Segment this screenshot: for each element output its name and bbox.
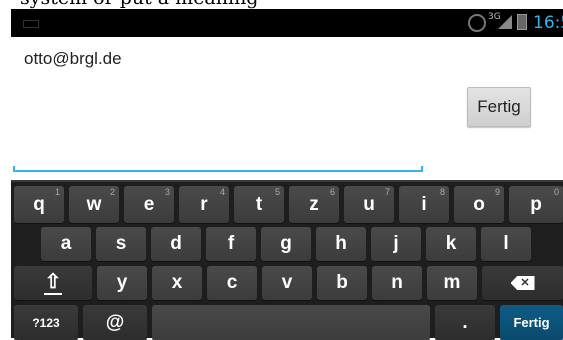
key-r[interactable]: r4 [179, 186, 229, 223]
app-content: otto@brgl.de Fertig [11, 37, 563, 180]
symbols-key[interactable]: ?123 [14, 305, 78, 340]
key-p-label: p [530, 193, 542, 215]
key-a[interactable]: a [41, 227, 91, 261]
key-u-label: u [363, 193, 375, 215]
key-o[interactable]: o9 [454, 186, 504, 223]
shift-key[interactable]: ⇧ [14, 266, 92, 300]
key-r-hint: 4 [219, 187, 225, 197]
key-y[interactable]: y [97, 266, 147, 300]
document-caption-fragment: system or put a meaning [0, 0, 563, 9]
key-z[interactable]: z6 [289, 186, 339, 223]
key-v[interactable]: v [262, 266, 312, 300]
key-t-hint: 5 [274, 187, 280, 197]
key-w[interactable]: w2 [69, 186, 119, 223]
key-b[interactable]: b [317, 266, 367, 300]
at-key[interactable]: @ [83, 305, 147, 340]
key-o-hint: 9 [494, 187, 500, 197]
backspace-icon: ✕ [510, 276, 535, 290]
key-w-hint: 2 [109, 187, 115, 197]
key-g[interactable]: g [261, 227, 311, 261]
key-t[interactable]: t5 [234, 186, 284, 223]
key-q-hint: 1 [54, 187, 60, 197]
key-u-hint: 7 [384, 187, 390, 197]
key-q-label: q [33, 193, 45, 215]
key-c[interactable]: c [207, 266, 257, 300]
key-i[interactable]: i8 [399, 186, 449, 223]
key-t-label: t [255, 193, 263, 215]
key-k[interactable]: k [426, 227, 476, 261]
key-f[interactable]: f [206, 227, 256, 261]
keyboard-icon [23, 20, 39, 28]
done-button[interactable]: Fertig [467, 87, 531, 127]
keyboard-done-key[interactable]: Fertig [500, 305, 563, 340]
key-e[interactable]: e3 [124, 186, 174, 223]
period-key[interactable]: . [435, 305, 495, 340]
backspace-key[interactable]: ✕ [482, 266, 563, 300]
key-p-hint: 0 [553, 187, 559, 197]
key-n[interactable]: n [372, 266, 422, 300]
key-i-label: i [421, 193, 427, 215]
key-x[interactable]: x [152, 266, 202, 300]
key-z-hint: 6 [329, 187, 335, 197]
sync-icon [468, 14, 486, 32]
key-h[interactable]: h [316, 227, 366, 261]
key-q[interactable]: q1 [14, 186, 64, 223]
key-j[interactable]: j [371, 227, 421, 261]
key-u[interactable]: u7 [344, 186, 394, 223]
key-w-label: w [86, 193, 102, 215]
email-field[interactable]: otto@brgl.de [24, 49, 122, 69]
status-clock: 16:59 [533, 13, 563, 33]
key-o-label: o [473, 193, 485, 215]
key-i-hint: 8 [439, 187, 445, 197]
battery-charging-icon [517, 14, 527, 30]
status-bar: 3G 16:59 [11, 9, 563, 37]
key-p[interactable]: p0 [509, 186, 563, 223]
document-caption-text: system or put a meaning [20, 0, 258, 9]
space-key[interactable] [152, 305, 430, 340]
key-m[interactable]: m [427, 266, 477, 300]
key-r-label: r [200, 193, 208, 215]
key-e-label: e [143, 193, 155, 215]
shift-arrow-icon: ⇧ [44, 270, 62, 293]
key-z-label: z [309, 193, 319, 215]
email-field-underline [13, 166, 423, 172]
key-e-hint: 3 [164, 187, 170, 197]
signal-icon [498, 15, 512, 29]
key-l[interactable]: l [481, 227, 531, 261]
key-s[interactable]: s [96, 227, 146, 261]
key-d[interactable]: d [151, 227, 201, 261]
soft-keyboard: q1 w2 e3 r4 t5 z6 u7 i8 o9 p0 a s d f g … [11, 180, 563, 340]
